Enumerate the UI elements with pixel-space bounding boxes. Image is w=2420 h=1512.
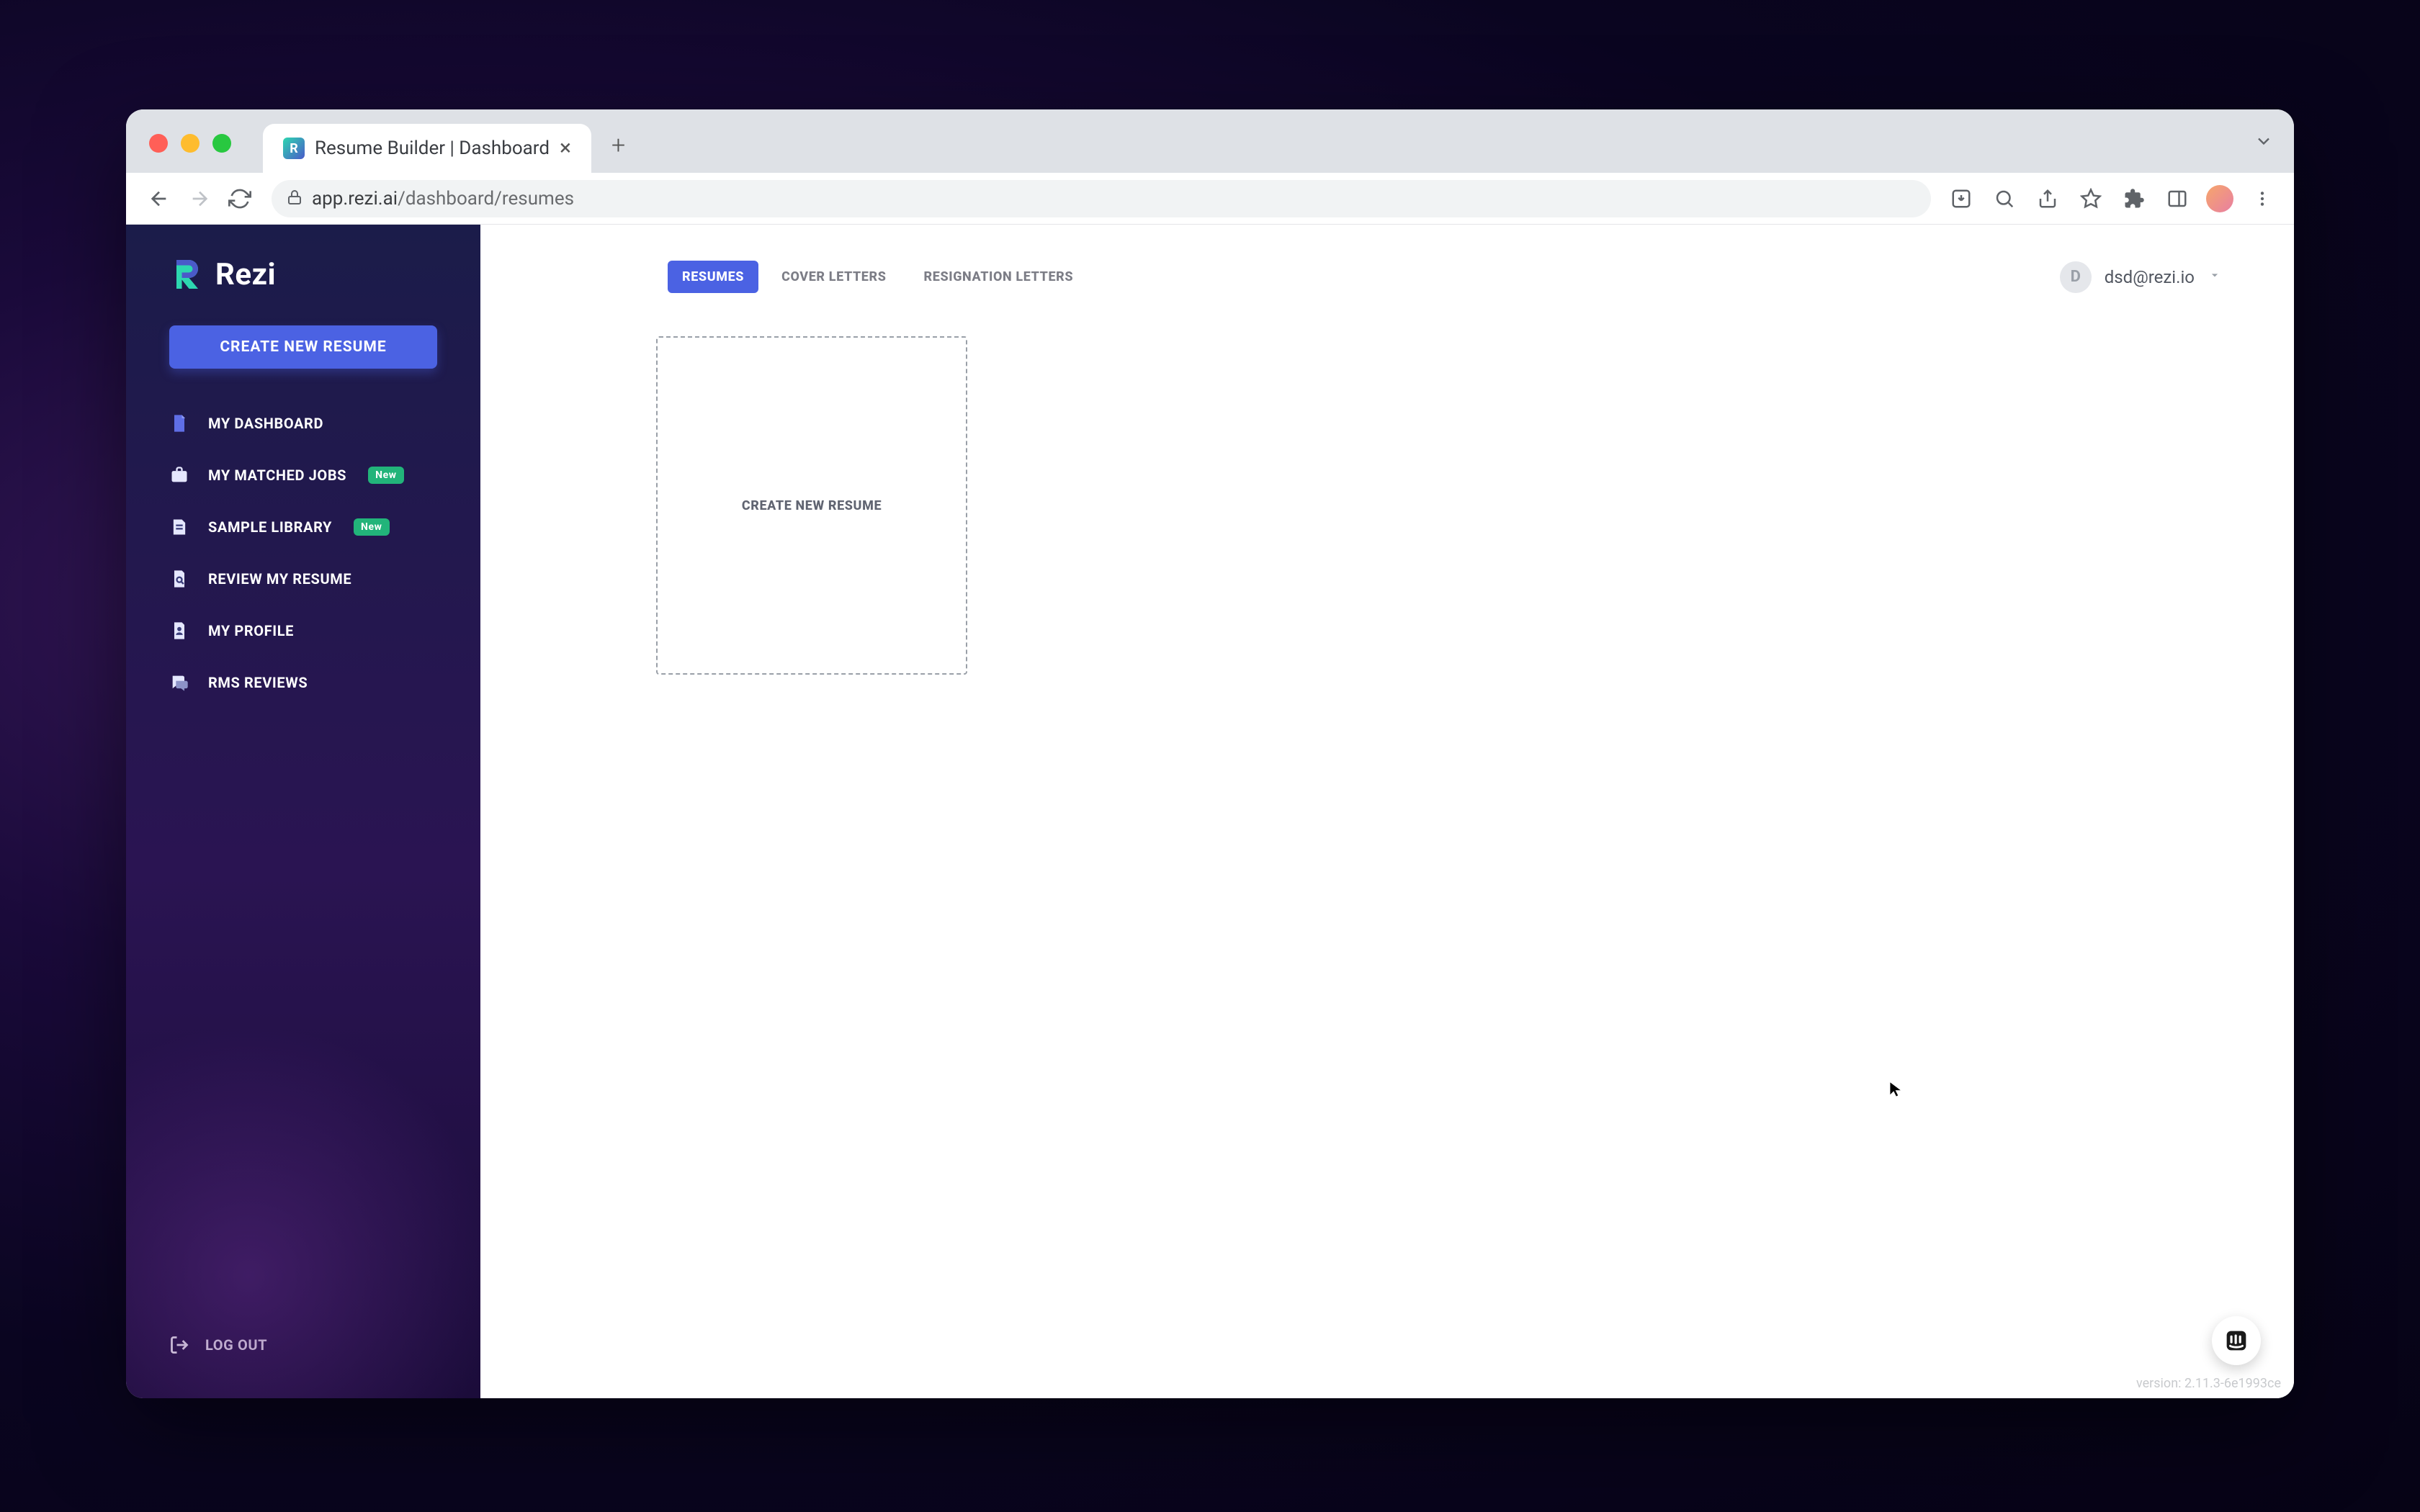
lock-icon [286,189,303,209]
sidebar-item-label: RMS REVIEWS [208,674,308,691]
logo-mark-icon [169,256,205,292]
sidebar-item-review-resume[interactable]: REVIEW MY RESUME [126,553,480,605]
intercom-launcher[interactable] [2212,1316,2261,1365]
tab-resignation-letters[interactable]: RESIGNATION LETTERS [910,261,1088,293]
sidebar-item-label: MY MATCHED JOBS [208,467,346,484]
sidebar-item-label: REVIEW MY RESUME [208,570,351,588]
tab-label: COVER LETTERS [781,269,886,284]
create-button-label: CREATE NEW RESUME [220,338,386,356]
chevron-down-icon [2208,268,2222,286]
logout-label: LOG OUT [205,1336,267,1354]
tab-close-icon[interactable]: × [560,138,571,159]
create-new-resume-button[interactable]: CREATE NEW RESUME [169,325,437,369]
content-tabs: RESUMES COVER LETTERS RESIGNATION LETTER… [668,261,1088,293]
logout-button[interactable]: LOG OUT [126,1315,480,1398]
create-resume-card[interactable]: CREATE NEW RESUME [656,336,967,675]
profile-avatar-icon[interactable] [2206,185,2233,212]
url-text: app.rezi.ai/dashboard/resumes [312,188,574,210]
tab-title: Resume Builder | Dashboard [315,138,550,159]
sidebar-item-dashboard[interactable]: MY DASHBOARD [126,397,480,449]
close-window-button[interactable] [149,134,168,153]
badge-new: New [354,518,390,536]
favicon-icon: R [283,138,305,159]
sidebar-item-my-profile[interactable]: MY PROFILE [126,605,480,657]
browser-tab[interactable]: R Resume Builder | Dashboard × [263,124,591,173]
sidepanel-icon[interactable] [2163,184,2192,213]
logout-icon [169,1335,189,1355]
main-content: RESUMES COVER LETTERS RESIGNATION LETTER… [480,225,2294,1398]
back-button[interactable] [143,183,175,215]
share-icon[interactable] [2033,184,2062,213]
content-grid: CREATE NEW RESUME [480,307,2294,675]
brand-logo[interactable]: Rezi [126,256,480,318]
sidebar-nav: MY DASHBOARD MY MATCHED JOBS New SAMPLE … [126,397,480,708]
chat-icon [169,672,189,693]
sidebar-item-label: MY DASHBOARD [208,415,323,432]
version-text: version: 2.11.3-6e1993ce [2136,1376,2281,1391]
extensions-icon[interactable] [2120,184,2148,213]
library-icon [169,517,189,537]
browser-menu-icon[interactable] [2248,184,2277,213]
sidebar-item-label: MY PROFILE [208,622,294,639]
user-menu[interactable]: D dsd@rezi.io [2060,261,2222,293]
sidebar-item-rms-reviews[interactable]: RMS REVIEWS [126,657,480,708]
window-controls [149,134,231,153]
document-icon [169,413,189,433]
badge-new: New [368,467,404,484]
sidebar-item-matched-jobs[interactable]: MY MATCHED JOBS New [126,449,480,501]
minimize-window-button[interactable] [181,134,200,153]
user-avatar-icon: D [2060,261,2092,293]
tab-cover-letters[interactable]: COVER LETTERS [767,261,900,293]
cursor-icon [1888,1081,1906,1098]
sidebar-item-sample-library[interactable]: SAMPLE LIBRARY New [126,501,480,553]
address-row: app.rezi.ai/dashboard/resumes [126,173,2294,225]
new-tab-button[interactable]: + [611,131,625,160]
tab-resumes[interactable]: RESUMES [668,261,758,293]
tab-label: RESIGNATION LETTERS [924,269,1074,284]
site-search-icon[interactable] [1990,184,2019,213]
install-app-icon[interactable] [1947,184,1976,213]
forward-button[interactable] [184,183,215,215]
reload-button[interactable] [224,183,256,215]
briefcase-icon [169,465,189,485]
tabs-dropdown-icon[interactable] [2254,131,2274,154]
tab-strip: R Resume Builder | Dashboard × + [126,109,2294,173]
brand-name: Rezi [215,257,276,292]
topbar: RESUMES COVER LETTERS RESIGNATION LETTER… [480,225,2294,307]
address-bar[interactable]: app.rezi.ai/dashboard/resumes [272,180,1931,217]
url-host: app.rezi.ai [312,188,398,210]
create-card-label: CREATE NEW RESUME [742,498,882,513]
intercom-icon [2224,1328,2249,1353]
tab-label: RESUMES [682,269,744,284]
review-icon [169,569,189,589]
user-email: dsd@rezi.io [2105,267,2195,287]
url-path: /dashboard/resumes [398,188,574,210]
app: Rezi CREATE NEW RESUME MY DASHBOARD MY M… [126,225,2294,1398]
toolbar-right [1947,184,2277,213]
bookmark-star-icon[interactable] [2076,184,2105,213]
sidebar-item-label: SAMPLE LIBRARY [208,518,332,536]
profile-icon [169,621,189,641]
browser-window: R Resume Builder | Dashboard × + app.rez… [126,109,2294,1398]
user-initial: D [2071,268,2081,286]
sidebar: Rezi CREATE NEW RESUME MY DASHBOARD MY M… [126,225,480,1398]
maximize-window-button[interactable] [212,134,231,153]
